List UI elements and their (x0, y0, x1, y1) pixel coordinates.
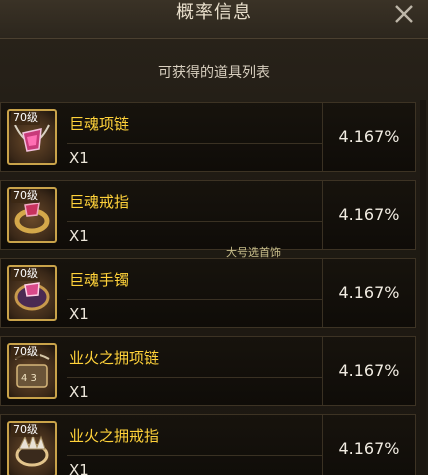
item-icon-frame[interactable]: 70级 (7, 421, 57, 475)
list-item[interactable]: 70级 巨魂手镯 X1 4.167% (0, 258, 416, 328)
row-divider (67, 221, 323, 222)
item-level-badge: 70级 (11, 345, 40, 359)
item-rate: 4.167% (338, 205, 400, 224)
list-item[interactable]: 70级 巨魂戒指 X1 4.167% (0, 180, 416, 250)
item-rate: 4.167% (338, 439, 400, 458)
panel-title: 概率信息 (176, 2, 252, 23)
item-quantity: X1 (69, 227, 89, 245)
row-divider (67, 455, 323, 456)
list-item[interactable]: 4 3 70级 业火之拥项链 X1 4.167% (0, 336, 416, 406)
item-rate: 4.167% (338, 283, 400, 302)
item-icon-frame[interactable]: 70级 (7, 109, 57, 165)
item-icon-frame[interactable]: 4 3 70级 (7, 343, 57, 399)
rate-cell: 4.167% (322, 181, 415, 249)
rate-cell: 4.167% (322, 337, 415, 405)
item-name: 巨魂戒指 (69, 193, 130, 211)
item-quantity: X1 (69, 383, 89, 401)
item-quantity: X1 (69, 149, 89, 167)
item-icon-frame[interactable]: 70级 (7, 265, 57, 321)
item-rate: 4.167% (338, 127, 400, 146)
item-name: 巨魂手镯 (69, 271, 130, 289)
item-level-badge: 70级 (11, 111, 40, 125)
row-divider (67, 377, 323, 378)
svg-text:4 3: 4 3 (21, 373, 37, 384)
watermark-text: 大号选首饰 (226, 246, 281, 259)
rate-cell: 4.167% (322, 259, 415, 327)
list-item[interactable]: 70级 业火之拥戒指 X1 4.167% (0, 414, 416, 475)
item-quantity: X1 (69, 305, 89, 323)
panel-header: 概率信息 (0, 0, 428, 39)
item-level-badge: 70级 (11, 267, 40, 281)
item-name: 业火之拥项链 (69, 349, 160, 367)
rate-cell: 4.167% (322, 415, 415, 475)
item-icon-frame[interactable]: 70级 (7, 187, 57, 243)
row-divider (67, 299, 323, 300)
close-icon[interactable] (392, 2, 416, 26)
item-level-badge: 70级 (11, 189, 40, 203)
row-divider (67, 143, 323, 144)
item-level-badge: 70级 (11, 423, 40, 437)
item-quantity: X1 (69, 461, 89, 475)
rate-cell: 4.167% (322, 103, 415, 171)
list-item[interactable]: 70级 巨魂项链 X1 4.167% (0, 102, 416, 172)
scrollbar[interactable] (420, 100, 426, 470)
item-name: 巨魂项链 (69, 115, 130, 133)
probability-panel: 概率信息 可获得的道具列表 70级 巨魂项链 X1 4.167% 70级 巨魂戒… (0, 0, 428, 475)
item-name: 业火之拥戒指 (69, 427, 160, 445)
item-rate: 4.167% (338, 361, 400, 380)
list-title: 可获得的道具列表 (158, 65, 270, 81)
